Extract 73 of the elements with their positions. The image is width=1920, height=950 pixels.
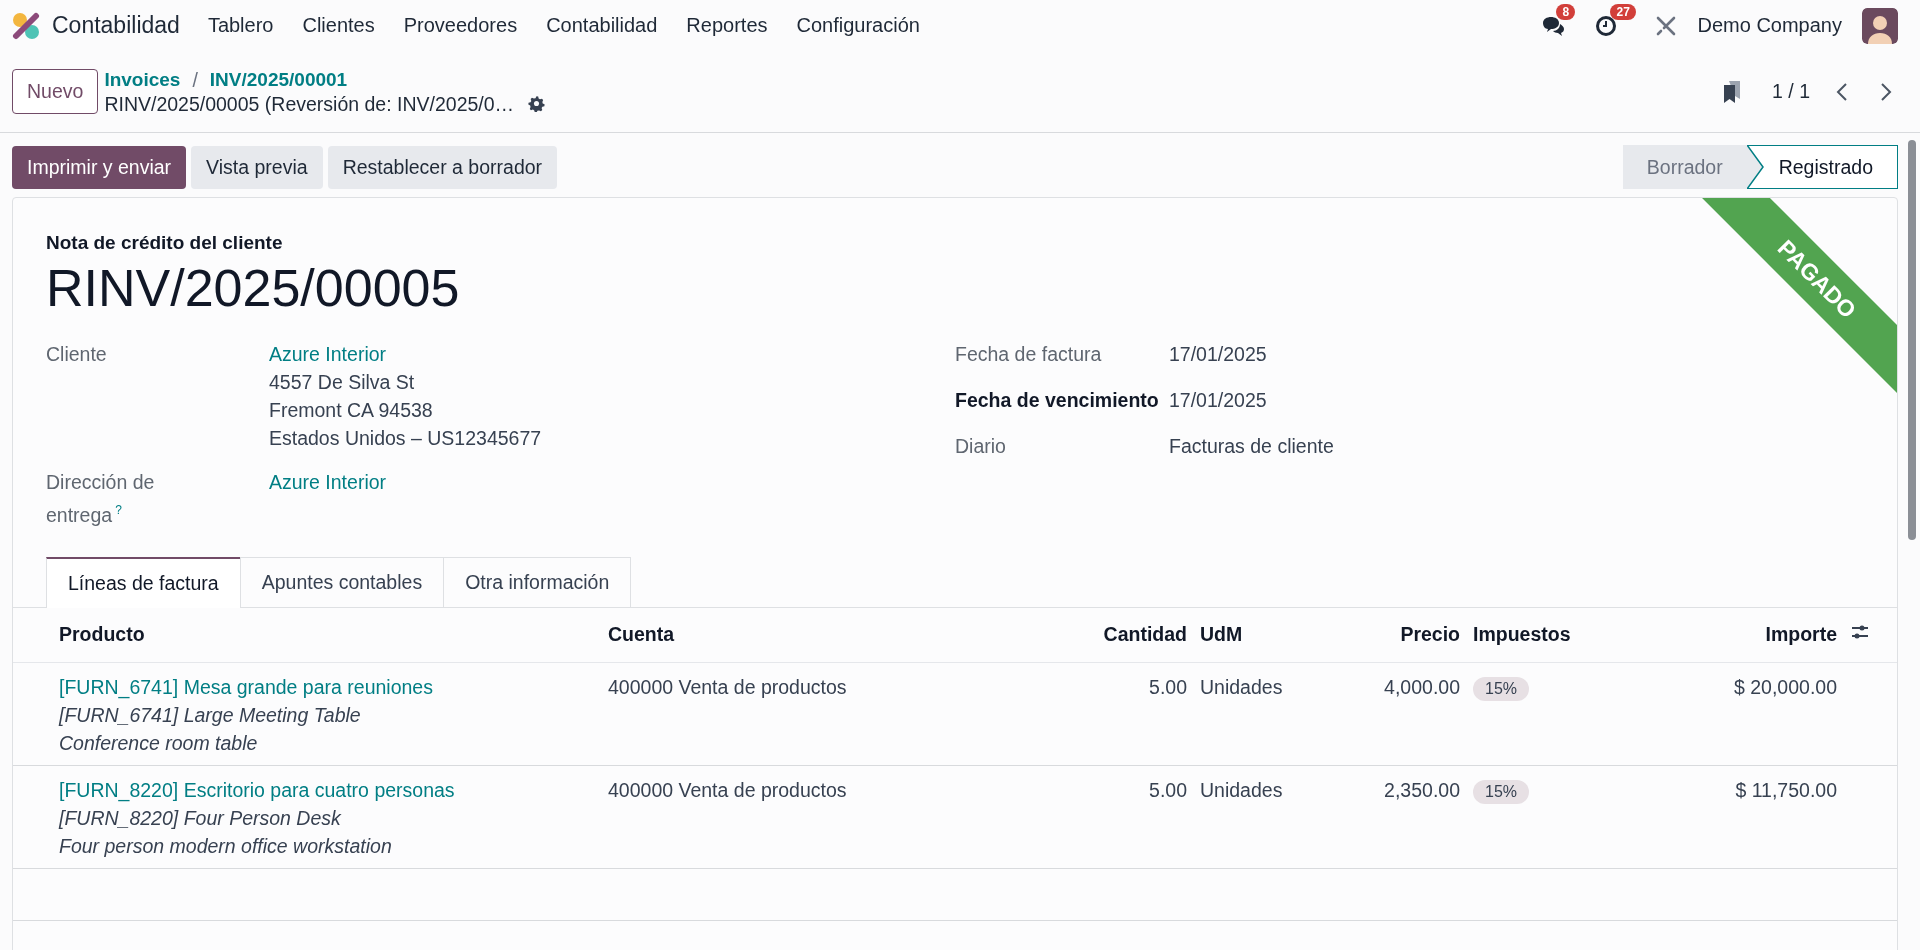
app-logo-icon[interactable]	[12, 11, 40, 40]
table-cell-text: Unidades	[1199, 777, 1284, 803]
customer-link[interactable]: Azure Interior	[269, 343, 387, 365]
previous-icon[interactable]	[1836, 81, 1848, 102]
company-name[interactable]: Demo Company	[1697, 14, 1842, 37]
table-cell-text: 5.00	[1148, 777, 1188, 803]
field-value[interactable]: 17/01/2025	[1169, 386, 1267, 414]
table-cell-text: $ 20,000.00	[1733, 674, 1838, 700]
field-label: Diario	[955, 434, 1007, 459]
menu-item[interactable]: Configuración	[796, 14, 920, 37]
product-description: Conference room table	[59, 730, 259, 756]
field-value[interactable]: 17/01/2025	[1169, 340, 1267, 368]
status-stage[interactable]: Registrado	[1746, 145, 1898, 189]
action-button[interactable]: Vista previa	[191, 145, 323, 189]
tax-tag: 15%	[1473, 676, 1530, 701]
bookmark-icon[interactable]	[1722, 79, 1743, 104]
tax-tag: 15%	[1473, 779, 1530, 804]
product-description: [FURN_8220] Four Person Desk	[59, 805, 342, 831]
table-cell-text: Unidades	[1199, 674, 1284, 700]
breadcrumb-separator: /	[192, 67, 198, 92]
record-title: RINV/2025/00005 (Reversión de: INV/2025/0…	[104, 91, 515, 116]
column-header[interactable]: Impuestos	[1467, 623, 1600, 646]
menu-item[interactable]: Clientes	[302, 14, 375, 37]
app-name[interactable]: Contabilidad	[52, 12, 180, 39]
address-line: 4557 De Silva St	[269, 370, 416, 395]
breadcrumb-link[interactable]: INV/2025/00001	[209, 67, 348, 92]
customer-link[interactable]: Azure Interior	[269, 471, 387, 493]
column-header[interactable]: Cantidad	[1080, 623, 1194, 646]
action-button[interactable]: Imprimir y enviar	[12, 145, 187, 189]
product-link[interactable]: [FURN_6741] Mesa grande para reuniones	[59, 675, 433, 698]
product-description: Four person modern office workstation	[59, 833, 393, 859]
column-header[interactable]: Cuenta	[602, 623, 1080, 646]
table-cell-text: 5.00	[1148, 674, 1188, 700]
next-icon[interactable]	[1880, 81, 1892, 102]
menu-item[interactable]: Proveedores	[403, 14, 518, 37]
notebook-tab[interactable]: Otra información	[443, 556, 632, 607]
user-avatar-icon[interactable]	[1862, 7, 1898, 44]
breadcrumb-link[interactable]: Invoices	[104, 67, 181, 92]
clock-icon[interactable]	[1595, 14, 1618, 37]
column-settings-icon[interactable]	[1850, 623, 1870, 641]
tools-icon[interactable]	[1655, 14, 1678, 37]
product-link[interactable]: [FURN_8220] Escritorio para cuatro personas	[59, 778, 455, 801]
menu-item[interactable]: Reportes	[686, 14, 768, 37]
column-header[interactable]: Precio	[1380, 623, 1467, 646]
table-cell-text: $ 11,750.00	[1734, 777, 1838, 803]
field-label: Fecha de vencimiento	[955, 388, 1160, 413]
document-number: RINV/2025/00005	[46, 258, 460, 318]
product-description: [FURN_6741] Large Meeting Table	[59, 702, 362, 728]
field-label: Fecha de factura	[955, 342, 1103, 367]
address-line: Fremont CA 94538	[269, 398, 434, 423]
column-header[interactable]: UdM	[1194, 623, 1380, 646]
field-value[interactable]: Facturas de cliente	[1169, 432, 1334, 460]
table-cell-text: 4,000.00	[1383, 674, 1461, 700]
column-header[interactable]: Producto	[13, 623, 602, 646]
field-label: Cliente	[46, 342, 108, 367]
activity-count-badge: 27	[1610, 3, 1636, 20]
column-header[interactable]: Importe	[1600, 623, 1844, 646]
address-line: Estados Unidos – US12345677	[269, 426, 542, 451]
message-count-badge: 8	[1556, 3, 1576, 20]
table-cell-text: 2,350.00	[1383, 777, 1461, 803]
settings-icon[interactable]	[528, 95, 546, 112]
menu-item[interactable]: Tablero	[207, 14, 274, 37]
new-button[interactable]: Nuevo	[12, 69, 99, 114]
scrollbar[interactable]	[1908, 140, 1916, 540]
field-label: Dirección de entrega$^{?}$	[46, 470, 156, 528]
chat-icon[interactable]	[1541, 14, 1566, 37]
table-cell-text: 400000 Venta de productos	[607, 674, 848, 700]
table-cell-text: 400000 Venta de productos	[607, 777, 848, 803]
stage-arrow-icon	[1746, 145, 1765, 189]
pager-value[interactable]: 1 / 1	[1772, 80, 1810, 103]
menu-item[interactable]: Contabilidad	[546, 14, 658, 37]
action-button[interactable]: Restablecer a borrador	[327, 145, 558, 189]
notebook-tab[interactable]: Líneas de factura	[46, 556, 241, 608]
